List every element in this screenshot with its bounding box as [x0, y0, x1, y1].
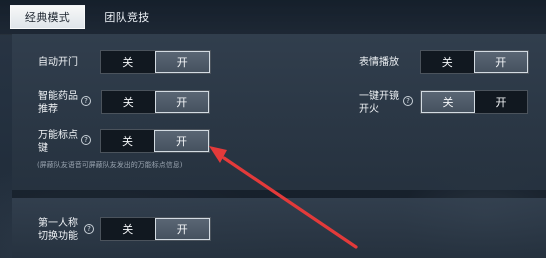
smart-medicine-label: 智能药品 推荐 [38, 90, 78, 116]
first-person-label-line1: 第一人称 [38, 218, 78, 229]
smart-medicine-toggle: 关 开 [101, 90, 210, 114]
auto-door-label: 自动开门 [38, 56, 78, 70]
universal-mark-off-button[interactable]: 关 [101, 130, 154, 152]
auto-door-toggle: 关 开 [100, 50, 211, 74]
tab-team-deathmatch[interactable]: 团队竞技 [91, 5, 163, 29]
universal-mark-toggle: 关 开 [100, 129, 210, 153]
emote-play-off-button[interactable]: 关 [421, 51, 474, 73]
universal-mark-label-line2: 键 [38, 143, 48, 154]
smart-medicine-off-button[interactable]: 关 [102, 91, 155, 113]
help-icon[interactable]: ? [81, 96, 91, 106]
help-icon[interactable]: ? [84, 224, 94, 234]
help-icon[interactable]: ? [403, 96, 413, 106]
auto-door-label-text: 自动开门 [38, 57, 78, 68]
one-key-scope-label: 一键开镜 开火 [359, 90, 399, 116]
smart-medicine-label-line1: 智能药品 [38, 91, 78, 102]
one-key-scope-off-button[interactable]: 关 [421, 91, 475, 113]
mode-tab-bar: 经典模式 团队竞技 [0, 0, 546, 35]
one-key-scope-label-line1: 一键开镜 [359, 91, 399, 102]
emote-play-label-text: 表情播放 [359, 57, 399, 68]
universal-mark-label: 万能标点 键 [38, 129, 78, 155]
tab-classic-mode[interactable]: 经典模式 [10, 5, 85, 29]
smart-medicine-on-button[interactable]: 开 [154, 91, 209, 113]
emote-play-label: 表情播放 [359, 56, 399, 70]
first-person-label: 第一人称 切换功能 [38, 217, 78, 243]
universal-mark-on-button[interactable]: 开 [154, 130, 209, 152]
one-key-scope-on-button[interactable]: 开 [475, 91, 527, 113]
universal-mark-note: (屏蔽队友语音可屏蔽队友发出的万能标点信息) [37, 161, 183, 169]
first-person-label-line2: 切换功能 [38, 231, 78, 242]
auto-door-on-button[interactable]: 开 [154, 51, 210, 73]
one-key-scope-label-line2: 开火 [359, 104, 379, 115]
first-person-off-button[interactable]: 关 [101, 218, 155, 240]
smart-medicine-label-line2: 推荐 [38, 104, 58, 115]
universal-mark-label-line1: 万能标点 [38, 130, 78, 141]
first-person-toggle: 关 开 [100, 217, 211, 241]
emote-play-toggle: 关 开 [420, 50, 529, 74]
first-person-on-button[interactable]: 开 [154, 218, 210, 240]
section-divider [12, 190, 546, 198]
auto-door-off-button[interactable]: 关 [101, 51, 155, 73]
help-icon[interactable]: ? [81, 135, 91, 145]
emote-play-on-button[interactable]: 开 [473, 51, 528, 73]
one-key-scope-toggle: 关 开 [420, 90, 528, 114]
